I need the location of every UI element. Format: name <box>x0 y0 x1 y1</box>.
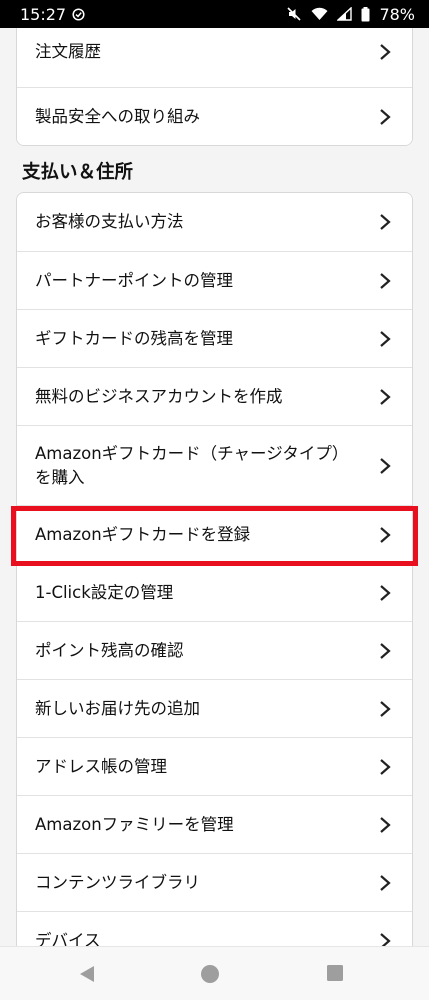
menu-item-buy-gift-card-charge[interactable]: Amazonギフトカード（チャージタイプ） を購入 <box>17 425 412 505</box>
menu-item-register-gift-card[interactable]: Amazonギフトカードを登録 <box>17 505 412 563</box>
recents-button[interactable] <box>326 964 344 982</box>
clock: 15:27 <box>20 4 67 24</box>
battery-icon <box>361 6 370 22</box>
chevron-right-icon <box>380 330 391 347</box>
back-button[interactable] <box>78 964 96 984</box>
chevron-right-icon <box>380 700 391 717</box>
settings-scroll-area[interactable]: 注文履歴 製品安全への取り組み 支払い＆住所 お客様の支払い方法 パートナーポイ… <box>0 28 429 946</box>
menu-item-gift-card-balance[interactable]: ギフトカードの残高を管理 <box>17 309 412 367</box>
chevron-right-icon <box>380 584 391 601</box>
chevron-right-icon <box>380 816 391 833</box>
section-heading-payment-address: 支払い＆住所 <box>22 162 134 183</box>
menu-item-label: ポイント残高の確認 <box>35 640 184 660</box>
menu-item-label-line-1: Amazonギフトカード（チャージタイプ） <box>35 443 349 463</box>
menu-item-label: 製品安全への取り組み <box>35 106 200 126</box>
chevron-right-icon <box>380 214 391 230</box>
menu-item-business-account[interactable]: 無料のビジネスアカウントを作成 <box>17 367 412 425</box>
battery-level: 78% <box>379 4 415 24</box>
menu-item-label: Amazonギフトカードを登録 <box>35 524 251 544</box>
home-icon <box>201 965 219 983</box>
menu-item-amazon-family[interactable]: Amazonファミリーを管理 <box>17 795 412 853</box>
wifi-icon <box>311 7 328 21</box>
chevron-right-icon <box>380 932 391 946</box>
menu-item-product-safety[interactable]: 製品安全への取り組み <box>17 87 412 145</box>
chevron-right-icon <box>380 44 391 60</box>
menu-item-label-line-2: を購入 <box>35 467 85 487</box>
menu-item-point-balance[interactable]: ポイント残高の確認 <box>17 621 412 679</box>
status-bar: 15:27 78% <box>0 0 429 28</box>
menu-item-label: 1-Click設定の管理 <box>35 582 174 602</box>
system-navigation-bar <box>0 946 429 1000</box>
menu-item-label: アドレス帳の管理 <box>35 756 167 776</box>
check-circle-icon <box>72 7 85 21</box>
menu-item-add-address[interactable]: 新しいお届け先の追加 <box>17 679 412 737</box>
menu-item-payment-methods[interactable]: お客様の支払い方法 <box>17 193 412 251</box>
menu-item-label: 注文履歴 <box>35 42 101 61</box>
menu-item-address-book[interactable]: アドレス帳の管理 <box>17 737 412 795</box>
chevron-right-icon <box>380 874 391 891</box>
menu-item-label: パートナーポイントの管理 <box>35 270 233 290</box>
menu-item-label: 新しいお届け先の追加 <box>35 698 200 718</box>
menu-item-label: Amazonギフトカード（チャージタイプ） を購入 <box>35 442 378 490</box>
menu-item-label: お客様の支払い方法 <box>35 212 184 231</box>
menu-item-one-click-settings[interactable]: 1-Click設定の管理 <box>17 563 412 621</box>
recents-icon <box>327 965 343 981</box>
signal-icon <box>337 7 353 21</box>
menu-item-label: デバイス <box>35 930 101 947</box>
chevron-right-icon <box>380 272 391 289</box>
menu-item-devices[interactable]: デバイス <box>17 911 412 946</box>
back-icon <box>80 966 94 982</box>
menu-item-label: Amazonファミリーを管理 <box>35 814 234 834</box>
home-button[interactable] <box>200 964 220 984</box>
payment-card: お客様の支払い方法 パートナーポイントの管理 ギフトカードの残高を管理 無料のビ… <box>16 192 413 946</box>
chevron-right-icon <box>380 388 391 405</box>
menu-item-label: 無料のビジネスアカウントを作成 <box>35 386 283 406</box>
menu-item-label: ギフトカードの残高を管理 <box>35 328 233 348</box>
menu-item-partner-points[interactable]: パートナーポイントの管理 <box>17 251 412 309</box>
chevron-right-icon <box>380 108 391 125</box>
menu-item-content-library[interactable]: コンテンツライブラリ <box>17 853 412 911</box>
chevron-right-icon <box>380 526 391 543</box>
menu-item-label: コンテンツライブラリ <box>35 872 200 892</box>
chevron-right-icon <box>380 457 391 474</box>
mute-icon <box>286 6 302 22</box>
account-card: 注文履歴 製品安全への取り組み <box>16 28 413 146</box>
chevron-right-icon <box>380 642 391 659</box>
chevron-right-icon <box>380 758 391 775</box>
menu-item-order-history[interactable]: 注文履歴 <box>17 28 412 87</box>
